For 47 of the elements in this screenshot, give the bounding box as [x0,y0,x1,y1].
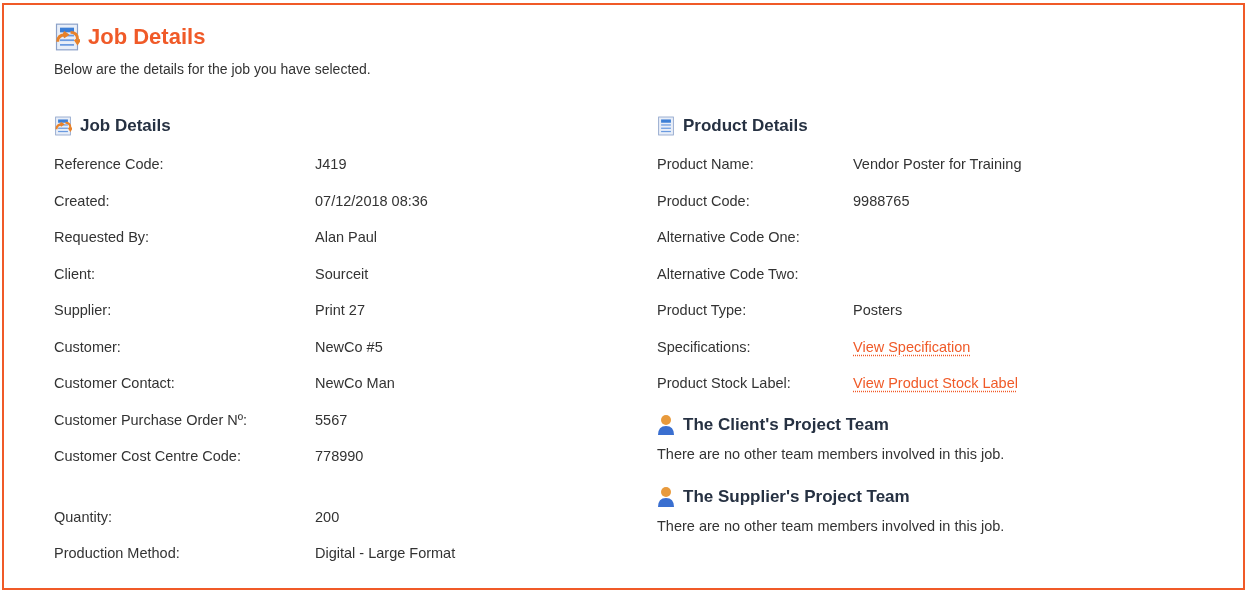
intro-text: Below are the details for the job you have selected. [54,61,372,77]
field-value: Posters [853,302,904,319]
view-link[interactable]: View Product Stock Label [853,375,1018,392]
field-label: Created: [54,192,111,209]
field-label: Product Code: [657,192,751,209]
field-label: Production Method: [54,545,181,562]
field-value: 200 [315,508,341,525]
field-label: Customer Contact: [54,375,176,392]
field-label: Specifications: [657,338,752,355]
field-label: Customer Purchase Order Nº: [54,411,249,428]
page-title: Job Details [88,24,206,50]
section-title: The Supplier's Project Team [683,486,910,507]
field-value: Print 27 [315,302,366,319]
field-value: 5567 [315,411,349,428]
document-icon [657,116,675,136]
field-label: Client: [54,265,97,282]
field-label: Alternative Code One: [657,229,801,246]
job-document-icon [54,23,80,51]
field-value: Alan Paul [315,229,379,246]
team-message: There are no other team members involved in this job. [657,445,1006,462]
field-label: Requested By: [54,229,151,246]
field-value: 07/12/2018 08:36 [315,192,429,209]
field-value: NewCo #5 [315,338,384,355]
section-title: Product Details [683,116,808,136]
field-label: Product Stock Label: [657,375,792,392]
field-label: Customer Cost Centre Code: [54,448,242,465]
field-value: NewCo Man [315,375,396,392]
field-value: 9988765 [853,192,911,209]
person-icon [657,413,675,436]
field-label: Product Name: [657,156,755,173]
field-label: Reference Code: [54,156,165,173]
field-label: Customer: [54,338,122,355]
field-label: Alternative Code Two: [657,265,800,282]
field-label: Supplier: [54,302,113,319]
field-label: Product Type: [657,302,748,319]
team-message: There are no other team members involved in this job. [657,517,1006,534]
field-label: Quantity: [54,508,114,525]
person-icon [657,485,675,508]
field-value: Digital - Large Format [315,545,457,562]
job-document-icon [54,116,72,136]
field-value: Sourceit [315,265,370,282]
field-value: 778990 [315,448,365,465]
field-value: J419 [315,156,348,173]
section-title: The Client's Project Team [683,414,889,435]
field-value: Vendor Poster for Training [853,156,1023,173]
view-link[interactable]: View Specification [853,338,971,355]
section-title: Job Details [80,116,171,136]
